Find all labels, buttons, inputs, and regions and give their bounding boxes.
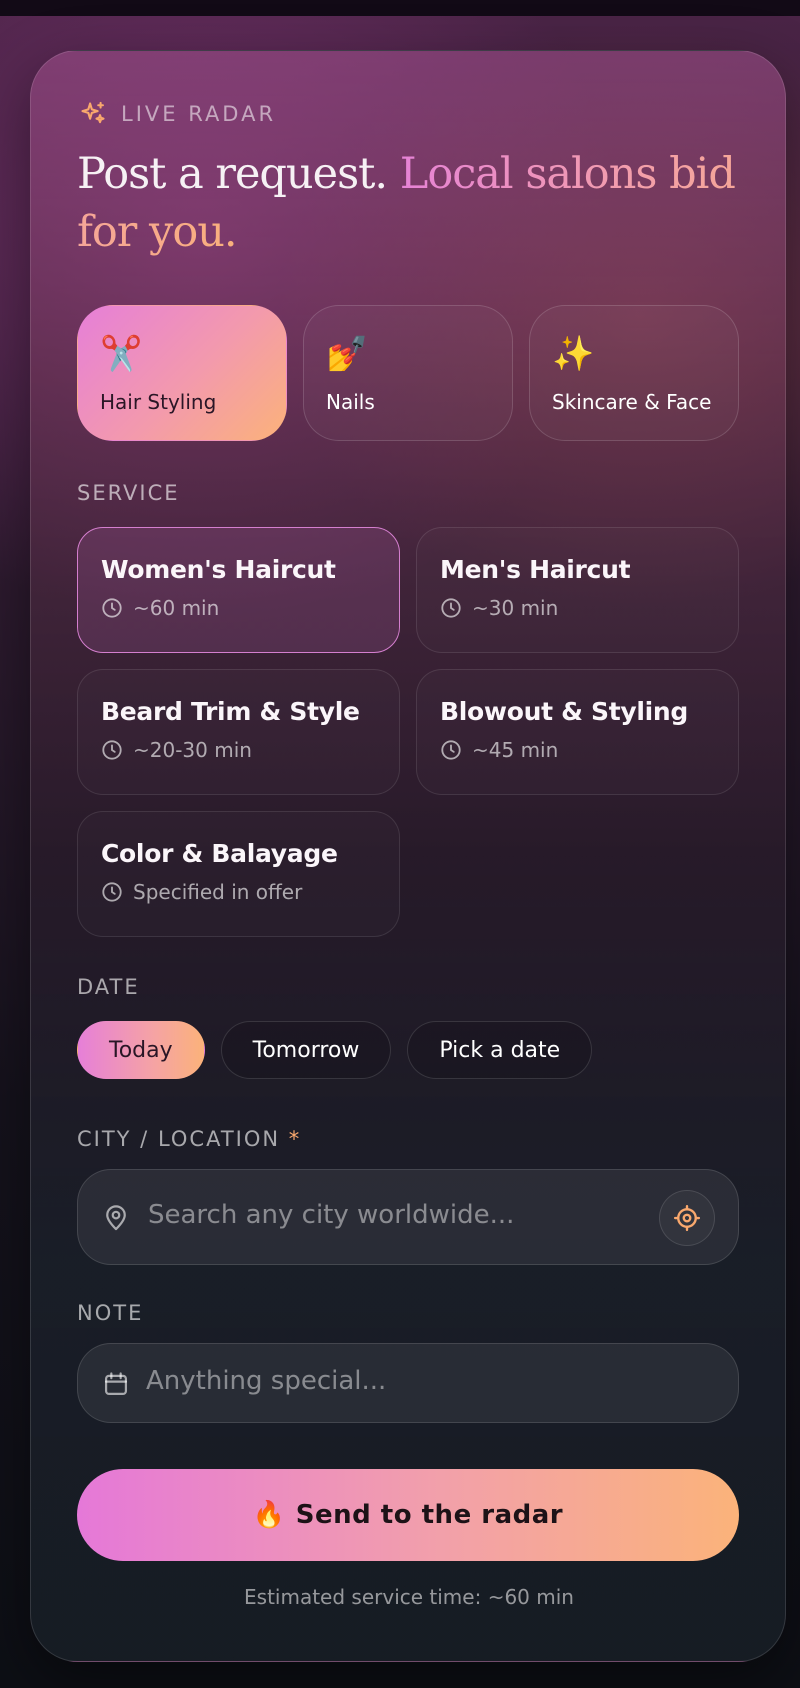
clock-icon	[102, 740, 122, 760]
note-placeholder: Anything special...	[146, 1366, 387, 1396]
calendar-icon	[104, 1372, 128, 1396]
service-duration-text: ~30 min	[472, 596, 559, 620]
service-duration: ~30 min	[440, 596, 716, 620]
category-skincare-face[interactable]: ✨ Skincare & Face	[529, 305, 739, 441]
service-option-beard-trim[interactable]: Beard Trim & Style ~20-30 min	[77, 669, 400, 795]
service-duration: ~60 min	[101, 596, 377, 620]
service-duration: Specified in offer	[101, 880, 377, 904]
service-option-womens-haircut[interactable]: Women's Haircut ~60 min	[77, 527, 400, 653]
service-duration: ~20-30 min	[101, 738, 377, 762]
estimated-time-note: Estimated service time: ~60 min	[244, 1585, 574, 1609]
service-name: Color & Balayage	[101, 839, 338, 868]
service-grid: Women's Haircut ~60 min Men's Haircut ~3…	[77, 527, 739, 937]
request-card: LIVE RADAR Post a request. Local salons …	[30, 50, 786, 1662]
service-duration-text: ~20-30 min	[133, 738, 252, 762]
service-name: Beard Trim & Style	[101, 697, 360, 726]
service-duration-text: ~60 min	[133, 596, 220, 620]
clock-icon	[441, 598, 461, 618]
service-name: Men's Haircut	[440, 555, 631, 584]
clock-icon	[441, 740, 461, 760]
send-button-label: Send to the radar	[295, 1500, 564, 1530]
top-bar	[0, 0, 800, 16]
category-label: Hair Styling	[100, 390, 217, 414]
use-current-location-button[interactable]	[659, 1190, 715, 1246]
service-duration: ~45 min	[440, 738, 716, 762]
clock-icon	[102, 882, 122, 902]
category-label: Skincare & Face	[552, 390, 712, 414]
clock-icon	[102, 598, 122, 618]
required-mark: *	[288, 1127, 302, 1151]
service-duration-text: ~45 min	[472, 738, 559, 762]
date-today-button[interactable]: Today	[77, 1021, 205, 1079]
headline-part-1: Post a request.	[77, 149, 388, 199]
send-to-radar-button[interactable]: 🔥 Send to the radar	[77, 1469, 739, 1561]
service-option-mens-haircut[interactable]: Men's Haircut ~30 min	[416, 527, 739, 653]
page-title: Post a request. Local salons bid for you…	[77, 145, 737, 261]
service-option-color-balayage[interactable]: Color & Balayage Specified in offer	[77, 811, 400, 937]
sparkles-icon	[81, 101, 105, 124]
city-section-label: CITY / LOCATION *	[77, 1127, 301, 1151]
nail-polish-icon: 💅	[326, 334, 369, 374]
category-label: Nails	[326, 390, 375, 414]
map-pin-icon	[106, 1205, 126, 1231]
date-section-label: DATE	[77, 975, 140, 999]
note-input[interactable]: Anything special...	[77, 1343, 739, 1423]
service-duration-text: Specified in offer	[133, 880, 303, 904]
sparkles-icon: ✨	[552, 334, 595, 374]
note-section-label: NOTE	[77, 1301, 144, 1325]
date-options: Today Tomorrow Pick a date	[77, 1021, 593, 1079]
fire-icon: 🔥	[252, 1500, 286, 1530]
eyebrow: LIVE RADAR	[79, 101, 276, 127]
service-name: Women's Haircut	[101, 555, 336, 584]
pick-date-button[interactable]: Pick a date	[407, 1021, 593, 1079]
city-search-placeholder: Search any city worldwide...	[148, 1200, 515, 1230]
eyebrow-text: LIVE RADAR	[121, 102, 277, 126]
date-tomorrow-button[interactable]: Tomorrow	[220, 1021, 392, 1079]
service-name: Blowout & Styling	[440, 697, 689, 726]
category-hair-styling[interactable]: ✂️ Hair Styling	[77, 305, 287, 441]
service-option-blowout[interactable]: Blowout & Styling ~45 min	[416, 669, 739, 795]
city-label-text: CITY / LOCATION	[77, 1127, 281, 1151]
category-tabs: ✂️ Hair Styling 💅 Nails ✨ Skincare & Fac…	[77, 305, 739, 441]
city-search-input[interactable]: Search any city worldwide...	[77, 1169, 739, 1265]
service-section-label: SERVICE	[77, 481, 180, 505]
crosshair-icon	[673, 1204, 701, 1232]
scissors-icon: ✂️	[100, 334, 143, 374]
category-nails[interactable]: 💅 Nails	[303, 305, 513, 441]
